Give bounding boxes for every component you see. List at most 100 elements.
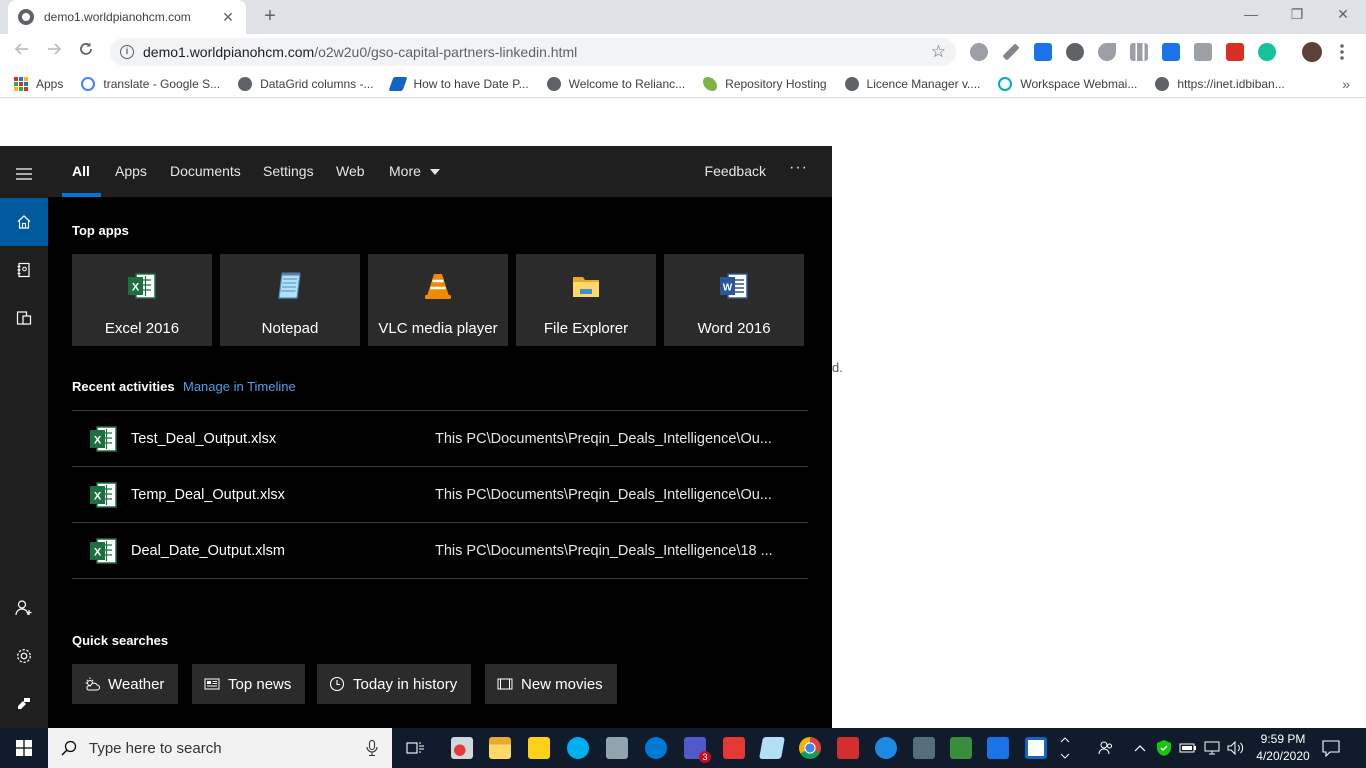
taskbar-app-teams[interactable]: 3	[681, 734, 711, 763]
extension-icon[interactable]	[1098, 43, 1116, 61]
gear-icon	[17, 649, 31, 663]
hamburger-menu-button[interactable]	[0, 150, 48, 198]
minimize-button[interactable]: —	[1228, 0, 1274, 30]
devices-button[interactable]	[0, 294, 48, 342]
taskbar-app-skype[interactable]	[564, 734, 592, 762]
pdf-extension-icon[interactable]	[1226, 43, 1244, 61]
taskbar-scroll[interactable]	[1056, 734, 1074, 762]
people-button[interactable]	[1092, 734, 1120, 762]
home-button[interactable]	[0, 198, 48, 246]
recent-activity-item[interactable]: X Deal_Date_Output.xlsm This PC\Document…	[72, 522, 808, 578]
taskbar-app-file-explorer[interactable]	[486, 734, 514, 762]
app-tile-file-explorer[interactable]: File Explorer	[516, 254, 656, 346]
tab-documents[interactable]: Documents	[170, 163, 241, 179]
restore-button[interactable]: ❐	[1274, 0, 1320, 30]
bookmark-apps[interactable]: Apps	[14, 76, 63, 91]
tab-settings[interactable]: Settings	[263, 163, 314, 179]
taskbar-app-blue-prism[interactable]	[1022, 734, 1050, 762]
bookmark-item[interactable]: DataGrid columns -...	[238, 76, 373, 91]
bookmark-label: Repository Hosting	[725, 76, 827, 91]
bookmarks-overflow-button[interactable]: »	[1342, 76, 1350, 92]
task-view-button[interactable]	[402, 734, 430, 762]
search-scope-tabs: All Apps Documents Settings Web More Fee…	[48, 146, 832, 197]
taskbar-app-firewall[interactable]	[720, 734, 748, 762]
taskbar-search-box[interactable]	[48, 728, 392, 768]
app-tile-vlc[interactable]: VLC media player	[368, 254, 508, 346]
bookmark-item[interactable]: Welcome to Relianc...	[546, 76, 685, 91]
search-input[interactable]	[89, 739, 349, 757]
chart-extension-icon[interactable]	[1130, 43, 1148, 61]
tab-web[interactable]: Web	[336, 163, 365, 179]
taskbar-app-remote-desktop[interactable]	[603, 734, 631, 762]
battery-tray-icon[interactable]	[1176, 734, 1200, 762]
bookmark-item[interactable]: translate - Google S...	[81, 76, 220, 91]
extension-icon[interactable]	[1066, 43, 1084, 61]
app-tile-excel[interactable]: X Excel 2016	[72, 254, 212, 346]
uipath-extension-icon[interactable]	[1034, 43, 1052, 61]
address-bar[interactable]: i demo1.worldpianohcm.com/o2w2u0/gso-cap…	[110, 38, 956, 66]
taskbar-clock[interactable]: 9:59 PM 4/20/2020	[1250, 731, 1316, 765]
app-tile-notepad[interactable]: Notepad	[220, 254, 360, 346]
tab-close-button[interactable]: ✕	[220, 9, 236, 26]
taskbar-app-network[interactable]	[910, 734, 938, 762]
chrome-menu-icon[interactable]	[1340, 43, 1344, 61]
browser-tab[interactable]: demo1.worldpianohcm.com ✕	[8, 0, 246, 34]
taskbar-app-notepad[interactable]	[758, 734, 786, 762]
account-button[interactable]	[0, 584, 48, 632]
quick-search-weather[interactable]: Weather	[72, 664, 179, 704]
network-tray-icon[interactable]	[1200, 734, 1224, 762]
taskbar-app-acrobat[interactable]	[834, 734, 862, 762]
bookmark-item[interactable]: https://inet.idbiban...	[1155, 76, 1285, 91]
quick-search-today-in-history[interactable]: Today in history	[317, 664, 472, 704]
microphone-icon[interactable]	[366, 740, 378, 756]
grammarly-icon[interactable]	[1258, 43, 1276, 61]
eyedropper-icon[interactable]	[1002, 43, 1020, 61]
taskbar-app-chrome[interactable]	[796, 734, 824, 762]
forward-button[interactable]	[42, 40, 66, 64]
reload-button[interactable]	[74, 40, 98, 64]
back-button[interactable]	[10, 40, 34, 64]
volume-tray-icon[interactable]	[1224, 734, 1248, 762]
more-options-button[interactable]: ···	[789, 159, 808, 177]
close-window-button[interactable]: ✕	[1320, 0, 1366, 30]
taskbar-app-uipath[interactable]	[984, 734, 1012, 762]
quick-search-top-news[interactable]: Top news	[192, 664, 306, 704]
notification-icon	[1322, 740, 1340, 758]
action-center-button[interactable]	[1322, 739, 1340, 760]
profile-avatar[interactable]	[1302, 42, 1322, 62]
recent-activity-item[interactable]: X Test_Deal_Output.xlsx This PC\Document…	[72, 410, 808, 466]
taskbar-app-sticky-notes[interactable]	[525, 734, 553, 762]
bookmark-label: Workspace Webmai...	[1020, 76, 1138, 91]
feedback-button[interactable]	[0, 680, 48, 728]
new-tab-button[interactable]: +	[258, 5, 282, 29]
notebook-button[interactable]	[0, 246, 48, 294]
taskbar-app-edge[interactable]	[872, 734, 900, 762]
bookmark-item[interactable]: Workspace Webmai...	[998, 76, 1138, 91]
taskbar-app-skype-business[interactable]	[642, 734, 670, 762]
extension-icon[interactable]	[1194, 43, 1212, 61]
tab-more[interactable]: More	[389, 163, 440, 179]
bookmark-item[interactable]: Licence Manager v....	[844, 76, 980, 91]
recent-activities-heading: Recent activities	[72, 379, 175, 394]
app-tile-word[interactable]: W Word 2016	[664, 254, 804, 346]
bookmark-star-icon[interactable]: ☆	[931, 42, 946, 62]
taskbar-app-excel-sheet[interactable]	[947, 734, 975, 762]
extension-icon[interactable]	[970, 43, 988, 61]
manage-in-timeline-link[interactable]: Manage in Timeline	[183, 379, 296, 394]
show-hidden-icons-button[interactable]	[1128, 734, 1152, 762]
tab-all[interactable]: All	[72, 163, 90, 179]
skype-business-icon	[645, 737, 667, 759]
quick-search-new-movies[interactable]: New movies	[485, 664, 617, 704]
security-tray-icon[interactable]	[1152, 734, 1176, 762]
settings-button[interactable]	[0, 632, 48, 680]
tab-apps[interactable]: Apps	[115, 163, 147, 179]
feedback-link[interactable]: Feedback	[705, 163, 766, 179]
bookmark-item[interactable]: Repository Hosting	[703, 76, 827, 91]
start-button[interactable]	[0, 728, 48, 768]
bookmark-item[interactable]: How to have Date P...	[388, 76, 529, 91]
taskbar-app-snipping[interactable]	[448, 734, 476, 762]
download-extension-icon[interactable]	[1162, 43, 1180, 61]
sticky-note-icon	[528, 737, 550, 759]
info-icon[interactable]: i	[120, 45, 134, 59]
recent-activity-item[interactable]: X Temp_Deal_Output.xlsx This PC\Document…	[72, 466, 808, 522]
